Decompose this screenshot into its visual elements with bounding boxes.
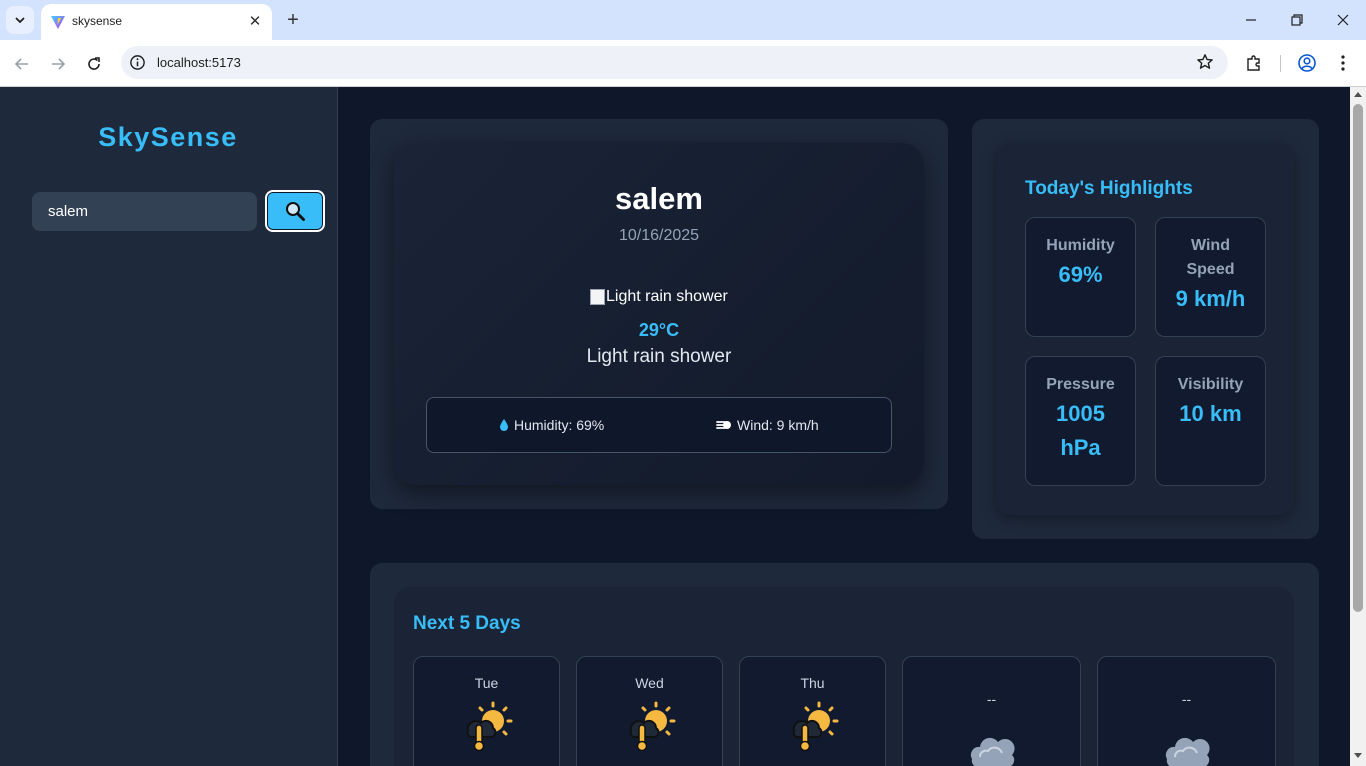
bookmark-star-icon[interactable] [1196, 53, 1214, 71]
extensions-icon[interactable] [1244, 53, 1264, 73]
current-weather-card: salem 10/16/2025 Light rain shower 29°C … [394, 143, 924, 485]
forecast-title: Next 5 Days [413, 613, 521, 634]
wind-speed-value: 9 km/h [1175, 286, 1246, 311]
forecast-day-label: Wed [635, 675, 664, 691]
wind-speed-card: Wind Speed 9 km/h [1155, 217, 1266, 337]
pressure-value: 1005 hPa [1056, 401, 1105, 460]
current-weather-section: salem 10/16/2025 Light rain shower 29°C … [370, 119, 948, 509]
scroll-down-arrow[interactable] [1354, 753, 1362, 758]
forecast-day: Tue [413, 656, 560, 766]
humidity-stat: Humidity: 69% [499, 417, 604, 433]
url-text: localhost:5173 [157, 55, 241, 70]
close-window-icon[interactable] [1331, 8, 1355, 32]
broken-image-icon [590, 289, 605, 305]
highlights-card: Today's Highlights Humidity 69% Wind Spe… [996, 143, 1294, 515]
forecast-day: -- [1097, 656, 1276, 766]
mini-stats-box: Humidity: 69% Wind: 9 km/h [426, 397, 892, 453]
visibility-label: Visibility [1177, 376, 1244, 393]
search-button[interactable] [265, 190, 325, 232]
browser-tab[interactable]: skysense ✕ [41, 4, 272, 40]
restore-icon[interactable] [1285, 8, 1309, 32]
humidity-stat-text: Humidity: 69% [514, 417, 605, 433]
image-alt-text: Light rain shower [606, 288, 728, 305]
back-icon[interactable] [10, 52, 34, 76]
city-name: salem [615, 181, 703, 216]
toolbar-divider [1280, 55, 1281, 72]
wind-speed-label: Wind Speed [1186, 237, 1235, 278]
pressure-card: Pressure 1005 hPa [1025, 356, 1136, 486]
minimize-icon[interactable] [1239, 8, 1263, 32]
address-bar[interactable]: localhost:5173 [121, 46, 1228, 79]
visibility-card: Visibility 10 km [1155, 356, 1266, 486]
highlights-title: Today's Highlights [1025, 178, 1193, 199]
reload-icon[interactable] [82, 52, 106, 76]
forecast-section: Next 5 Days Tue Wed Thu -- -- [370, 563, 1319, 766]
new-tab-icon[interactable]: + [282, 9, 304, 31]
droplet-icon [500, 419, 508, 431]
forecast-day-label: Tue [474, 675, 499, 691]
forecast-day-label: -- [986, 691, 997, 707]
close-tab-icon[interactable]: ✕ [246, 13, 264, 31]
sidebar: SkySense [0, 87, 338, 766]
pressure-label: Pressure [1046, 376, 1115, 393]
cloud-icon [1165, 737, 1210, 766]
search-icon [286, 202, 305, 221]
forecast-day: Thu [739, 656, 886, 766]
visibility-value: 10 km [1179, 401, 1242, 426]
weather-condition-image: Light rain shower [590, 288, 728, 306]
chevron-down-icon [15, 17, 25, 24]
highlights-section: Today's Highlights Humidity 69% Wind Spe… [972, 119, 1319, 539]
current-date: 10/16/2025 [618, 227, 700, 244]
scroll-up-arrow[interactable] [1354, 92, 1362, 97]
wind-stat: Wind: 9 km/h [716, 417, 819, 433]
forward-icon[interactable] [46, 52, 70, 76]
sun-cloud-thermometer-icon [629, 701, 675, 752]
tab-search-button[interactable] [6, 6, 34, 34]
condition-text: Light rain shower [586, 346, 732, 367]
scrollbar-thumb[interactable] [1353, 104, 1363, 612]
page-scrollbar[interactable] [1350, 87, 1366, 766]
sun-cloud-thermometer-icon [792, 701, 838, 752]
forecast-day: Wed [576, 656, 723, 766]
forecast-day-label: -- [1181, 691, 1192, 707]
sun-cloud-thermometer-icon [466, 701, 512, 752]
wind-icon [716, 421, 731, 429]
brand-title: SkySense [98, 122, 238, 152]
forecast-day-label: Thu [800, 675, 825, 691]
wind-stat-text: Wind: 9 km/h [737, 417, 819, 433]
forecast-day: -- [902, 656, 1081, 766]
humidity-card: Humidity 69% [1025, 217, 1136, 337]
vite-logo-icon [51, 16, 65, 29]
profile-icon[interactable] [1297, 53, 1317, 73]
browser-tab-strip: skysense ✕ + [0, 0, 1366, 40]
humidity-value: 69% [1058, 262, 1103, 287]
app-root: SkySense salem 10/16/2025 Light rain sho… [0, 87, 1350, 766]
current-temperature: 29°C [638, 320, 680, 340]
cloud-icon [970, 737, 1015, 766]
browser-menu-icon[interactable] [1333, 53, 1353, 73]
city-search-input[interactable] [32, 192, 257, 231]
site-info-icon[interactable] [129, 54, 146, 71]
browser-toolbar: localhost:5173 [0, 40, 1366, 87]
tab-title: skysense [72, 14, 123, 28]
humidity-label: Humidity [1046, 237, 1115, 254]
